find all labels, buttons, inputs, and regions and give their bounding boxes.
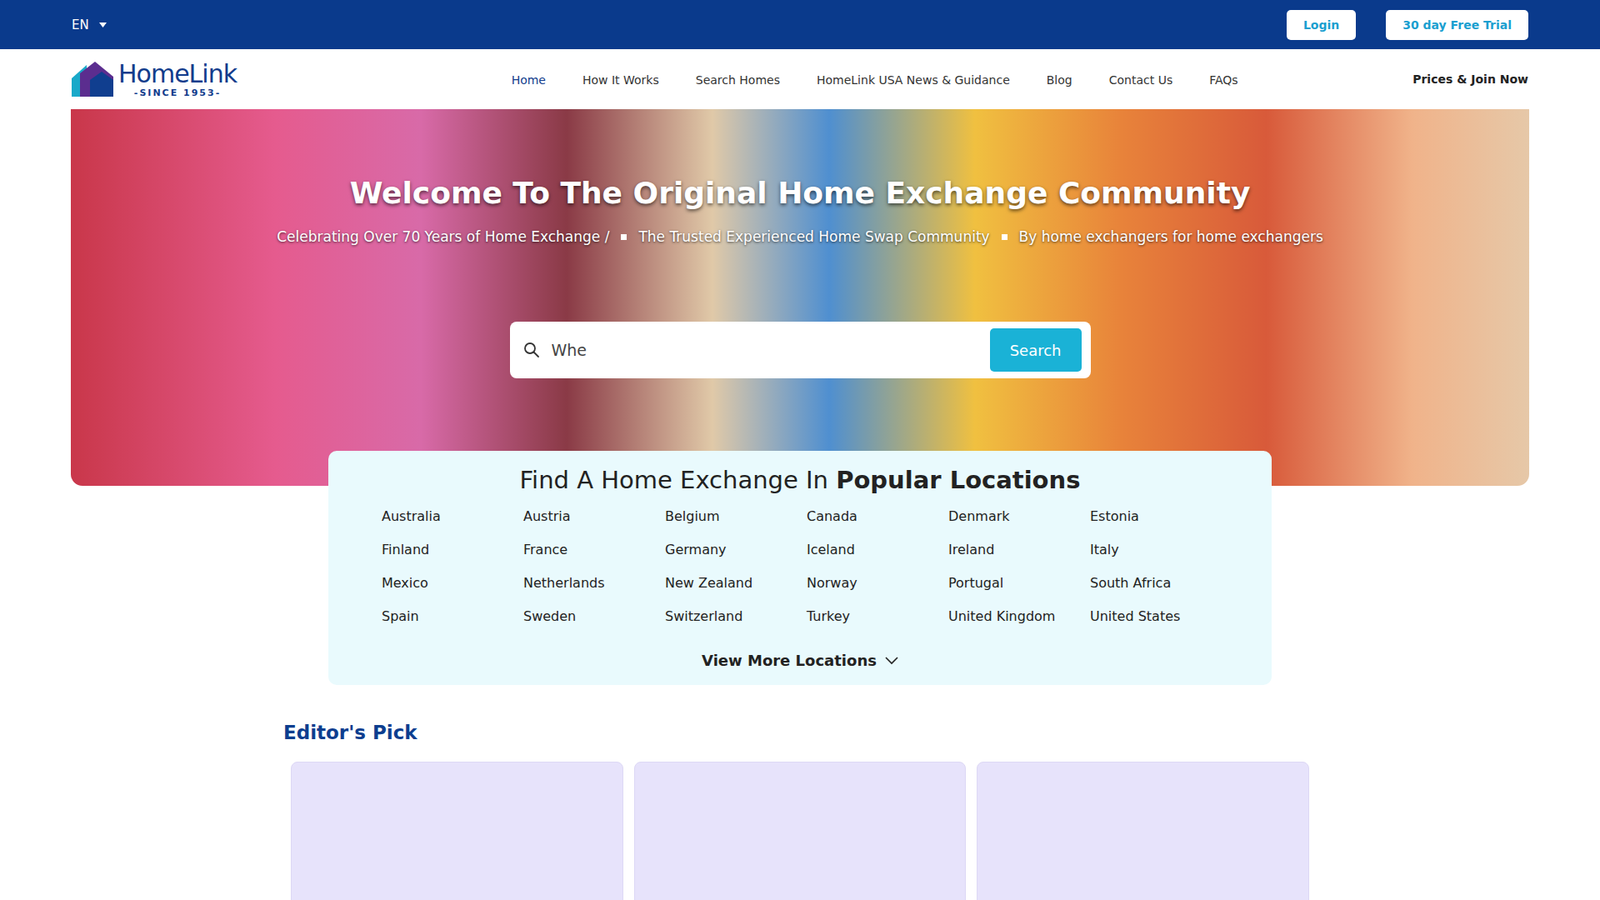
nav-link[interactable]: FAQs [1209,73,1238,87]
location-link[interactable]: South Africa [1090,574,1232,593]
logo-tagline: -SINCE 1953- [134,88,221,98]
location-link[interactable]: Canada [806,507,949,526]
logo-name: HomeLink [118,61,237,87]
house-logo-icon [71,61,115,97]
location-link[interactable]: Sweden [523,607,665,626]
pick-card[interactable] [634,761,967,900]
hero-subtitle: By home exchangers for home exchangers [1019,228,1324,245]
location-link[interactable]: Italy [1090,540,1232,560]
nav-link[interactable]: Search Homes [695,73,780,87]
location-link[interactable]: Mexico [381,574,524,593]
editors-pick: Editor's Pick [283,721,1317,900]
main-nav: HomeLink -SINCE 1953- Home How It Works Se… [0,49,1600,110]
search-bar: Search [510,321,1091,379]
page: EN Login 30 day Free Trial HomeLink -SINC… [0,0,1600,900]
hero-subtitles: Celebrating Over 70 Years of Home Exchan… [276,228,1324,245]
search-input[interactable] [550,340,980,360]
chevron-down-icon [885,656,899,665]
location-link[interactable]: United States [1090,607,1232,626]
editors-pick-title: Editor's Pick [283,721,1317,744]
logo[interactable]: HomeLink -SINCE 1953- [71,61,237,98]
hero: Welcome To The Original Home Exchange Co… [70,109,1530,486]
separator-dot [620,234,627,240]
separator-dot [1001,234,1008,240]
location-link[interactable]: Spain [381,607,524,626]
location-link[interactable]: Estonia [1090,507,1232,526]
location-link[interactable]: Netherlands [523,574,665,593]
prices-join-link[interactable]: Prices & Join Now [1412,72,1529,86]
hero-title: Welcome To The Original Home Exchange Co… [350,175,1251,210]
nav-link[interactable]: Contact Us [1109,73,1173,87]
search-button[interactable]: Search [990,328,1082,372]
caret-down-icon [99,22,107,28]
location-link[interactable]: Ireland [948,540,1090,560]
hero-subtitle: Celebrating Over 70 Years of Home Exchan… [276,228,610,245]
location-link[interactable]: United Kingdom [948,607,1090,626]
pick-card[interactable] [290,761,624,900]
location-link[interactable]: Portugal [948,574,1090,593]
nav-link[interactable]: How It Works [582,73,660,87]
locations-heading: Find A Home Exchange In Popular Location… [520,465,1081,495]
top-bar: EN Login 30 day Free Trial [0,0,1600,50]
location-link[interactable]: Denmark [948,507,1090,526]
location-link[interactable]: Austria [523,507,665,526]
nav-link[interactable]: Blog [1046,73,1073,87]
search-icon [523,341,540,359]
location-link[interactable]: Switzerland [665,607,807,626]
view-more-locations[interactable]: View More Locations [696,650,904,670]
location-link[interactable]: France [523,540,665,560]
language-select[interactable]: EN [71,17,107,33]
location-link[interactable]: Australia [381,507,524,526]
location-link[interactable]: Turkey [806,607,949,626]
location-link[interactable]: Finland [381,540,524,560]
popular-locations: Find A Home Exchange In Popular Location… [328,450,1272,685]
top-button[interactable]: 30 day Free Trial [1385,10,1529,40]
top-button[interactable]: Login [1286,10,1356,40]
location-link[interactable]: Norway [806,574,949,593]
location-link[interactable]: New Zealand [665,574,807,593]
pick-card[interactable] [976,761,1310,900]
hero-subtitle: The Trusted Experienced Home Swap Commun… [638,228,990,245]
nav-link[interactable]: Home [511,73,546,87]
location-link[interactable]: Iceland [806,540,949,560]
nav-link[interactable]: HomeLink USA News & Guidance [816,73,1010,87]
location-link[interactable]: Germany [665,540,807,560]
location-link[interactable]: Belgium [665,507,807,526]
